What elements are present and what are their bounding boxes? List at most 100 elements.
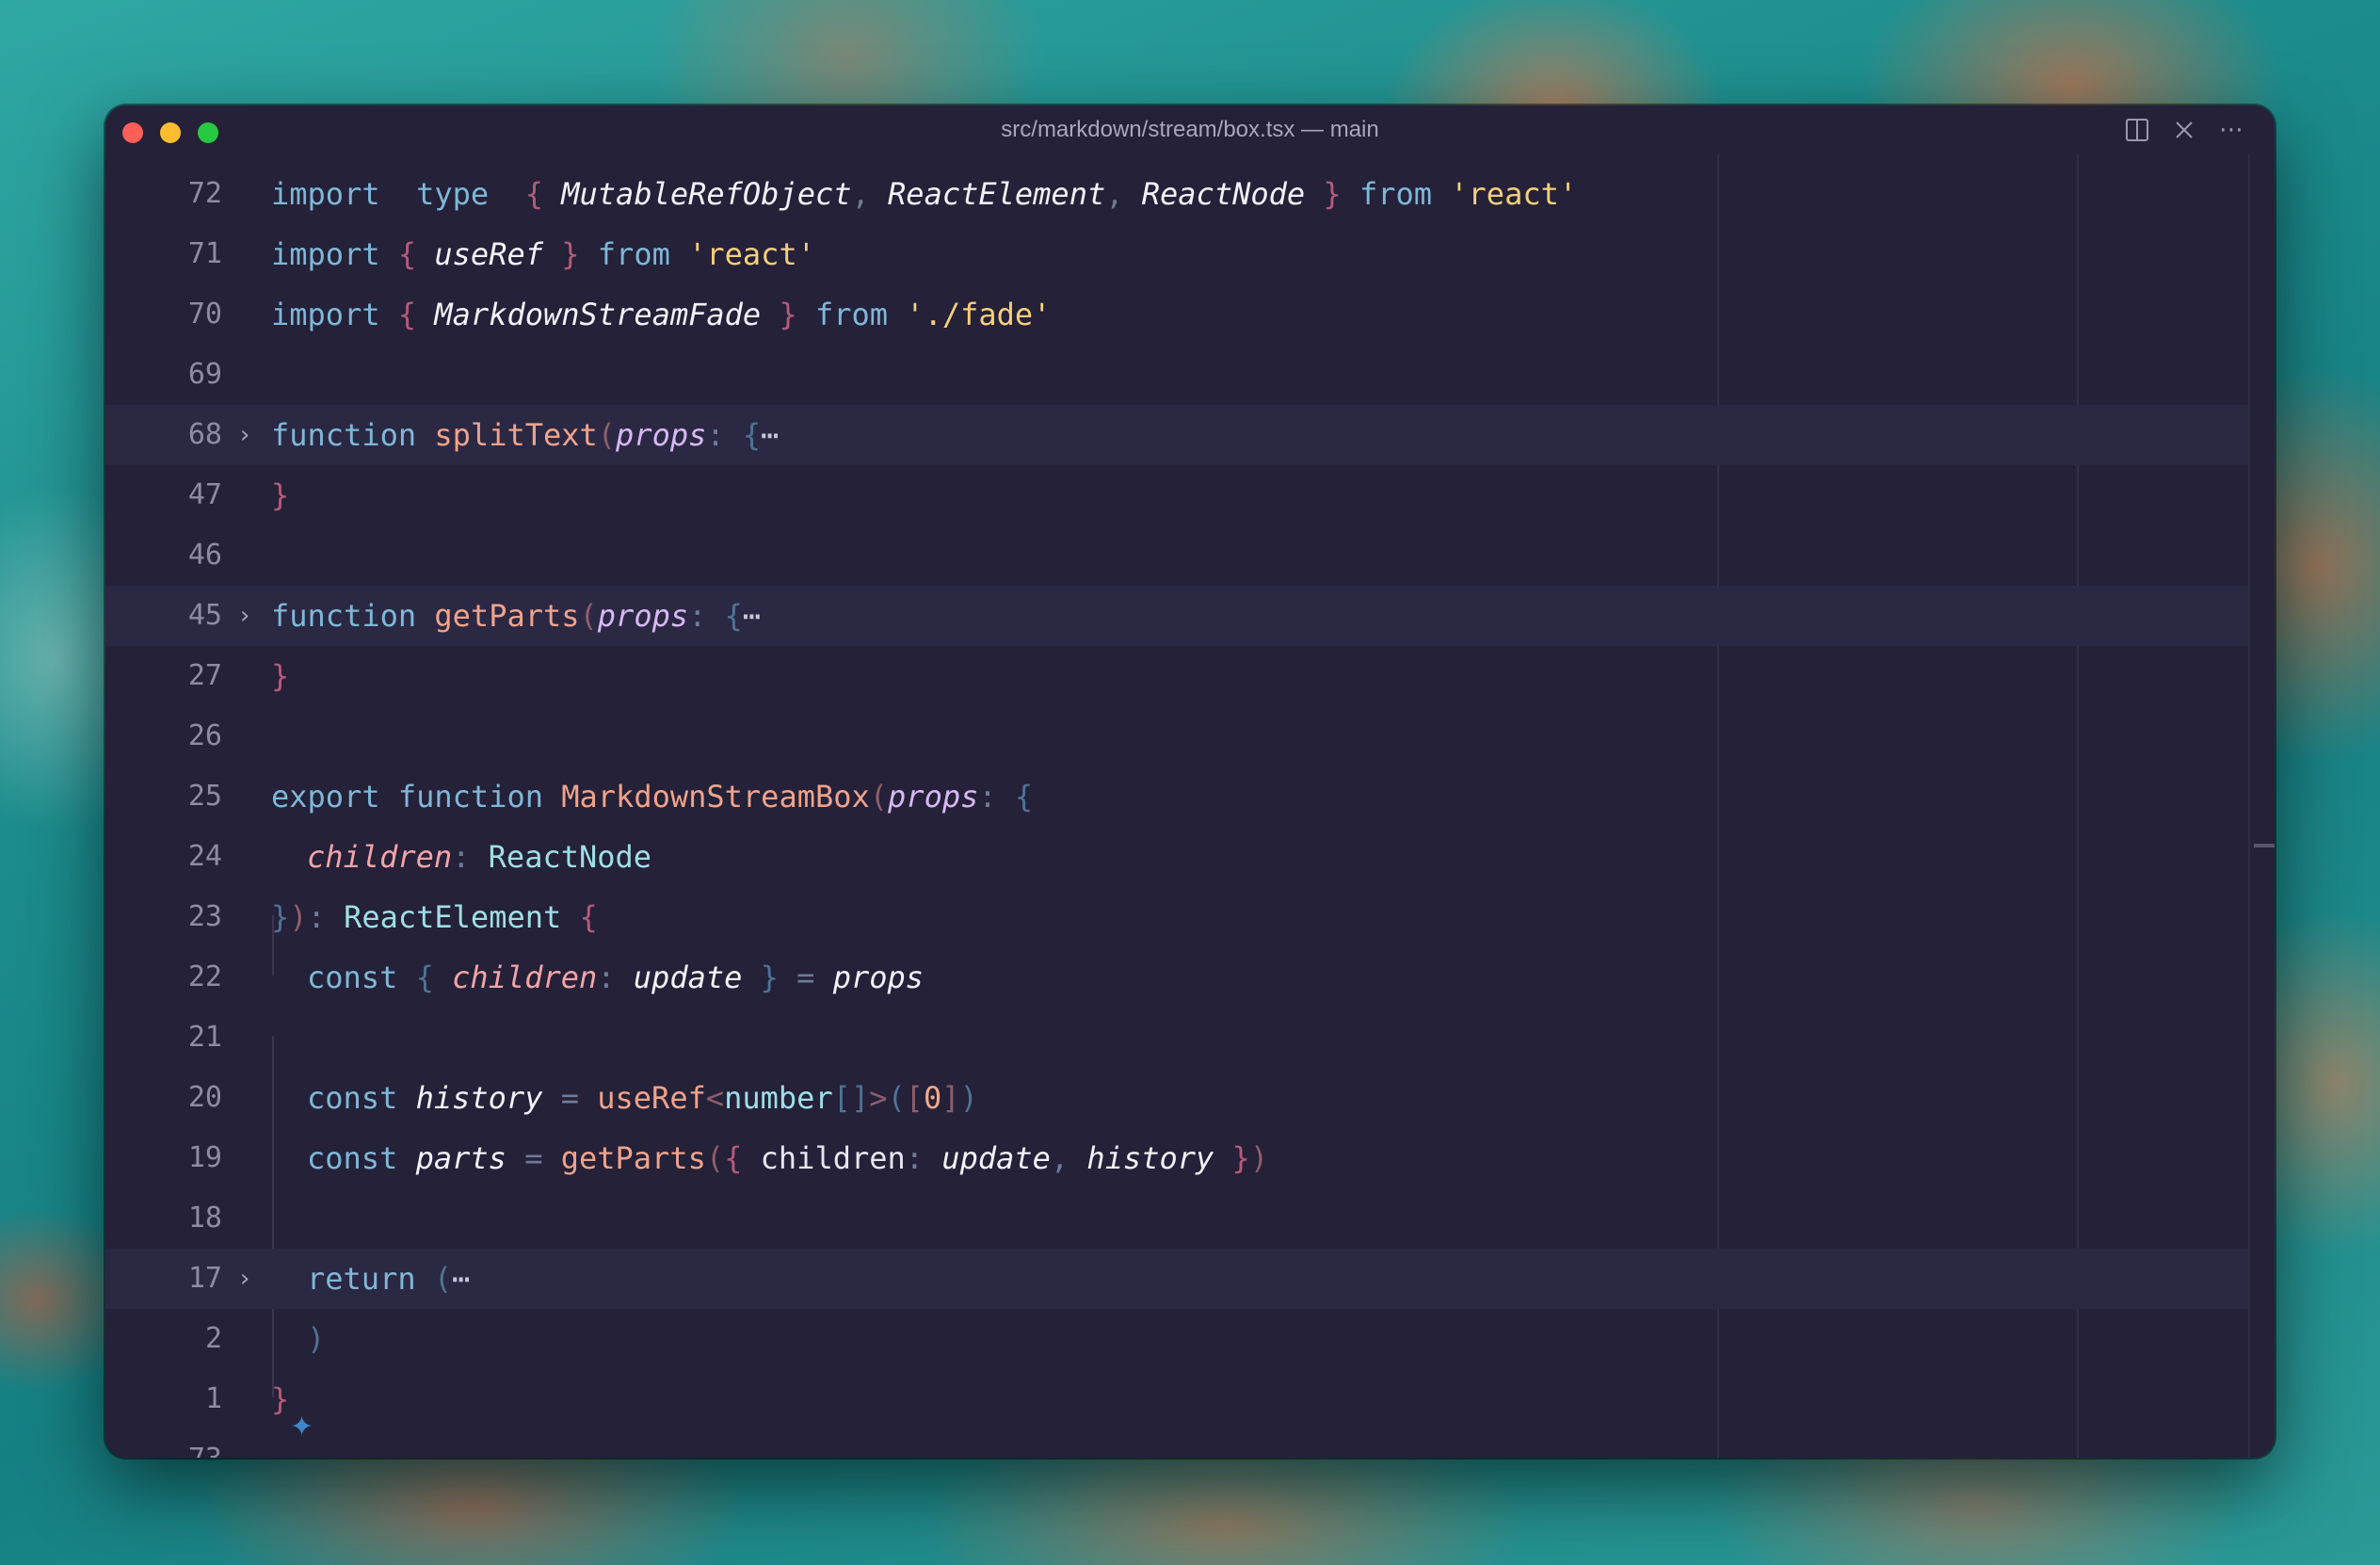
code-token: : — [688, 598, 707, 634]
code-line[interactable]: 2) — [105, 1309, 2248, 1369]
code-token: ReactElement — [344, 899, 562, 935]
code-token: props — [832, 960, 925, 995]
code-token: from — [814, 297, 889, 332]
code-token: children — [760, 1140, 906, 1176]
code-line[interactable]: 27} — [105, 646, 2248, 706]
fold-chevron-icon[interactable]: › — [237, 405, 252, 465]
line-number: 47 — [187, 478, 222, 511]
line-number: 19 — [187, 1141, 222, 1174]
code-token: children — [452, 960, 598, 995]
code-line[interactable]: 23}): ReactElement { — [105, 887, 2248, 947]
code-line[interactable]: 21 — [105, 1008, 2248, 1068]
code-token: } — [1323, 176, 1342, 212]
code-token: const — [307, 960, 398, 995]
fold-chevron-icon[interactable]: › — [237, 586, 252, 646]
code-line[interactable]: 17 › return (⋯ — [105, 1249, 2248, 1309]
split-editor-icon[interactable] — [2122, 115, 2152, 145]
code-line[interactable]: 45 › function getParts(props: {⋯ — [105, 586, 2248, 646]
line-number: 73 — [105, 1429, 222, 1458]
code-token: props — [888, 779, 979, 815]
code-line[interactable]: 25 export function MarkdownStreamBox(prop… — [105, 766, 2248, 827]
code-line[interactable]: 73 — [105, 1429, 2248, 1458]
line-number: 17 — [187, 1262, 222, 1295]
code-line[interactable]: 24 children: ReactNode — [105, 827, 2248, 887]
line-number: 71 — [187, 237, 222, 270]
code-token: ) — [289, 899, 308, 935]
code-text: } — [271, 646, 289, 706]
code-token: function — [397, 779, 543, 815]
code-line[interactable]: 1} — [105, 1369, 2248, 1429]
code-token: const — [307, 1080, 398, 1116]
line-number: 25 — [187, 780, 222, 813]
code-line[interactable]: 71 import { useRef } from 'react' — [105, 224, 2248, 284]
scrollbar-track[interactable] — [2248, 154, 2250, 1458]
code-token: } — [271, 658, 290, 694]
code-text: import { MarkdownStreamFade } from './fa… — [271, 284, 1051, 345]
code-line[interactable]: 19 const parts = getParts({ children: upd… — [105, 1128, 2248, 1188]
title-bar: src/markdown/stream/box.tsx — main ⋯ — [105, 105, 2275, 154]
code-token: from — [597, 236, 670, 272]
code-text: } — [271, 1369, 289, 1429]
line-number: 18 — [187, 1202, 222, 1234]
code-line[interactable]: 46 — [105, 525, 2248, 586]
code-token: } — [779, 297, 797, 332]
line-number: 24 — [187, 840, 222, 873]
line-number: 46 — [187, 539, 222, 572]
code-token: { — [742, 417, 762, 453]
code-text: const { children: update } = props — [307, 947, 924, 1008]
code-token: MarkdownStreamFade — [434, 297, 762, 332]
code-text: import { useRef } from 'react' — [271, 224, 815, 284]
code-token: : — [905, 1140, 925, 1176]
code-line[interactable]: 22 const { children: update } = props — [105, 947, 2248, 1008]
more-icon[interactable]: ⋯ — [2216, 115, 2246, 145]
code-token: export — [271, 779, 380, 815]
line-number: 20 — [187, 1081, 222, 1114]
code-line[interactable]: 69 — [105, 345, 2248, 405]
code-token: [ — [905, 1080, 925, 1116]
code-line[interactable]: 20 const history = useRef<number[]>([0]) — [105, 1068, 2248, 1128]
code-token: history — [415, 1080, 543, 1116]
line-number: 72 — [187, 177, 222, 210]
code-text: return (⋯ — [307, 1249, 470, 1309]
code-token: ⋯ — [452, 1261, 471, 1297]
fold-chevron-icon[interactable]: › — [237, 1249, 252, 1309]
code-token: : — [978, 779, 997, 815]
code-token: ( — [597, 417, 617, 453]
code-token: 'react' — [688, 236, 815, 272]
code-line[interactable]: 72 import type { MutableRefObject, ReactE… — [105, 164, 2248, 224]
code-line[interactable]: 70 import { MarkdownStreamFade } from './… — [105, 284, 2248, 345]
code-line[interactable]: 47} — [105, 465, 2248, 525]
code-token: import — [271, 236, 380, 272]
code-line[interactable]: 26 — [105, 706, 2248, 766]
line-number: 27 — [187, 659, 222, 692]
code-token: : — [307, 899, 326, 935]
code-token: return — [307, 1261, 416, 1297]
code-token: } — [561, 236, 580, 272]
code-token: < — [705, 1080, 725, 1116]
code-token: ReactNode — [1141, 176, 1306, 212]
code-line[interactable]: 68 › function splitText(props: {⋯ — [105, 405, 2248, 465]
code-token: ( — [887, 1080, 906, 1116]
code-line[interactable]: 18 — [105, 1188, 2248, 1249]
code-token: { — [724, 1140, 743, 1176]
close-icon[interactable] — [2169, 115, 2199, 145]
code-token: history — [1086, 1140, 1214, 1176]
code-editor[interactable]: ✦ 72 import type { MutableRefObject, Reac… — [105, 154, 2275, 1458]
code-token: ( — [579, 598, 598, 634]
code-token: useRef — [434, 236, 543, 272]
code-token: 0 — [924, 1080, 942, 1116]
